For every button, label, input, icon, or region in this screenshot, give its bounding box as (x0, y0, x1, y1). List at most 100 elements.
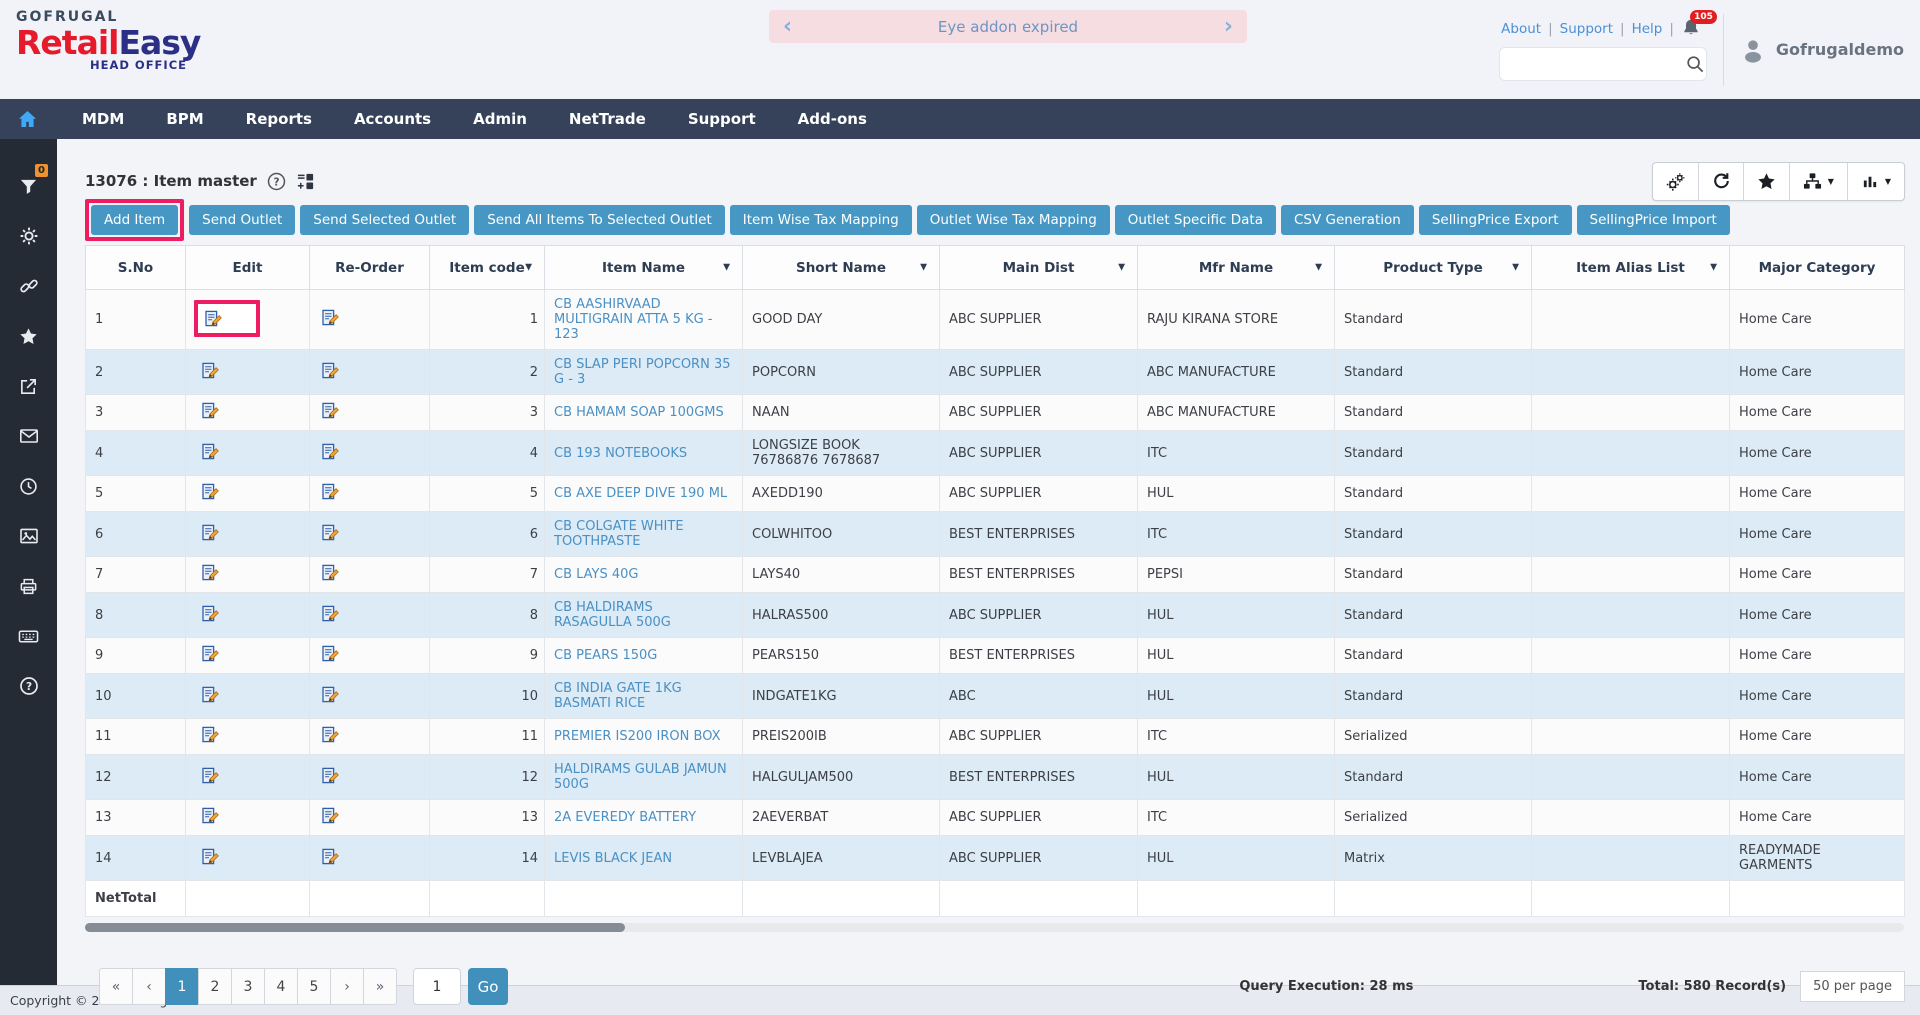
edit-item-icon[interactable] (202, 524, 219, 541)
reorder-icon[interactable] (322, 524, 339, 541)
item-name-link[interactable]: HALDIRAMS GULAB JAMUN 500G (554, 762, 727, 792)
edit-item-icon[interactable] (202, 362, 219, 379)
edit-item-icon[interactable] (202, 605, 219, 622)
edit-item-icon[interactable] (202, 443, 219, 460)
nav-item-support[interactable]: Support (667, 110, 777, 128)
page-button-2[interactable]: 2 (198, 968, 232, 1005)
sidebar-image-icon[interactable] (0, 511, 57, 561)
edit-item-icon[interactable] (202, 767, 219, 784)
header-link-support[interactable]: Support (1560, 21, 1613, 37)
nav-item-admin[interactable]: Admin (452, 110, 548, 128)
edit-item-icon[interactable] (202, 726, 219, 743)
nav-item-add-ons[interactable]: Add-ons (777, 110, 888, 128)
item-name-link[interactable]: CB HALDIRAMS RASAGULLA 500G (554, 600, 671, 630)
send-selected-outlet-button[interactable]: Send Selected Outlet (300, 205, 470, 235)
edit-item-icon[interactable] (202, 848, 219, 865)
column-header-main-dist[interactable]: Main Dist ▼ (939, 245, 1138, 290)
outlet-specific-data-button[interactable]: Outlet Specific Data (1114, 205, 1276, 235)
search-input[interactable] (1509, 56, 1686, 72)
help-circle-icon[interactable]: ? (267, 172, 286, 191)
edit-item-icon[interactable] (202, 402, 219, 419)
reorder-icon[interactable] (322, 807, 339, 824)
column-header-short-name[interactable]: Short Name ▼ (742, 245, 940, 290)
send-outlet-button[interactable]: Send Outlet (189, 205, 296, 235)
edit-item-icon[interactable] (202, 483, 219, 500)
toolbar-refresh-icon[interactable] (1697, 162, 1743, 200)
column-header-product-type[interactable]: Product Type ▼ (1334, 245, 1532, 290)
sellingprice-import-button[interactable]: SellingPrice Import (1576, 205, 1730, 235)
edit-item-icon[interactable] (202, 686, 219, 703)
reorder-icon[interactable] (322, 645, 339, 662)
toolbar-star-icon[interactable] (1742, 162, 1789, 200)
banner-prev-icon[interactable]: ‹ (783, 13, 792, 41)
reorder-icon[interactable] (322, 686, 339, 703)
toolbar-chart-icon[interactable]: ▼ (1846, 162, 1904, 200)
sidebar-help-icon[interactable]: ? (0, 661, 57, 711)
add-item-button[interactable]: Add Item (91, 205, 179, 235)
item-wise-tax-mapping-button[interactable]: Item Wise Tax Mapping (729, 205, 912, 235)
sellingprice-export-button[interactable]: SellingPrice Export (1418, 205, 1572, 235)
sidebar-star-icon[interactable] (0, 311, 57, 361)
csv-generation-button[interactable]: CSV Generation (1280, 205, 1414, 235)
column-header-item-code[interactable]: Item code ▼ (429, 245, 545, 290)
sidebar-mail-icon[interactable] (0, 411, 57, 461)
item-name-link[interactable]: 2A EVEREDY BATTERY (554, 810, 696, 825)
page-button-4[interactable]: 4 (264, 968, 298, 1005)
header-link-about[interactable]: About (1501, 21, 1541, 37)
banner-next-icon[interactable]: › (1224, 13, 1233, 41)
nav-item-mdm[interactable]: MDM (61, 110, 145, 128)
toolbar-sitemap-icon[interactable]: ▼ (1788, 162, 1847, 200)
item-name-link[interactable]: CB 193 NOTEBOOKS (554, 446, 687, 461)
page-first-button[interactable]: « (99, 968, 133, 1005)
reorder-icon[interactable] (322, 443, 339, 460)
goto-page-input[interactable] (413, 968, 461, 1005)
reorder-icon[interactable] (322, 767, 339, 784)
sidebar-link-icon[interactable] (0, 261, 57, 311)
page-button-3[interactable]: 3 (231, 968, 265, 1005)
page-button-5[interactable]: 5 (297, 968, 331, 1005)
header-link-help[interactable]: Help (1632, 21, 1663, 37)
reorder-icon[interactable] (322, 483, 339, 500)
user-menu[interactable]: Gofrugaldemo (1740, 37, 1904, 63)
item-name-link[interactable]: LEVIS BLACK JEAN (554, 851, 672, 866)
edit-item-icon[interactable] (205, 310, 222, 327)
scrollbar-thumb[interactable] (85, 923, 625, 932)
grid-icon[interactable] (296, 172, 315, 191)
edit-item-icon[interactable] (202, 564, 219, 581)
outlet-wise-tax-mapping-button[interactable]: Outlet Wise Tax Mapping (916, 205, 1110, 235)
column-header-item-name[interactable]: Item Name ▼ (544, 245, 743, 290)
item-name-link[interactable]: CB HAMAM SOAP 100GMS (554, 405, 724, 420)
reorder-icon[interactable] (322, 402, 339, 419)
nav-item-bpm[interactable]: BPM (145, 110, 224, 128)
search-icon[interactable] (1686, 55, 1704, 73)
reorder-icon[interactable] (322, 309, 339, 326)
sidebar-gear-icon[interactable] (0, 211, 57, 261)
item-name-link[interactable]: CB COLGATE WHITE TOOTHPASTE (554, 519, 684, 549)
reorder-icon[interactable] (322, 362, 339, 379)
reorder-icon[interactable] (322, 848, 339, 865)
item-name-link[interactable]: CB PEARS 150G (554, 648, 657, 663)
reorder-icon[interactable] (322, 605, 339, 622)
item-name-link[interactable]: CB LAYS 40G (554, 567, 639, 582)
send-all-items-to-selected-outlet-button[interactable]: Send All Items To Selected Outlet (474, 205, 725, 235)
sidebar-clock-icon[interactable] (0, 461, 57, 511)
page-last-button[interactable]: » (363, 968, 397, 1005)
page-button-1[interactable]: 1 (165, 968, 199, 1005)
reorder-icon[interactable] (322, 726, 339, 743)
sidebar-keyboard-icon[interactable] (0, 611, 57, 661)
reorder-icon[interactable] (322, 564, 339, 581)
item-name-link[interactable]: PREMIER IS200 IRON BOX (554, 729, 721, 744)
sidebar-print-icon[interactable] (0, 561, 57, 611)
edit-item-icon[interactable] (202, 807, 219, 824)
item-name-link[interactable]: CB SLAP PERI POPCORN 35 G - 3 (554, 357, 731, 387)
edit-item-icon[interactable] (202, 645, 219, 662)
sidebar-share-icon[interactable] (0, 361, 57, 411)
sidebar-filter-icon[interactable]: 0 (0, 161, 57, 211)
page-prev-button[interactable]: ‹ (132, 968, 166, 1005)
page-next-button[interactable]: › (330, 968, 364, 1005)
column-header-item-alias-list[interactable]: Item Alias List ▼ (1531, 245, 1730, 290)
nav-item-nettrade[interactable]: NetTrade (548, 110, 667, 128)
column-header-mfr-name[interactable]: Mfr Name ▼ (1137, 245, 1335, 290)
notifications-bell[interactable]: 105 (1681, 10, 1717, 40)
nav-item-accounts[interactable]: Accounts (333, 110, 452, 128)
